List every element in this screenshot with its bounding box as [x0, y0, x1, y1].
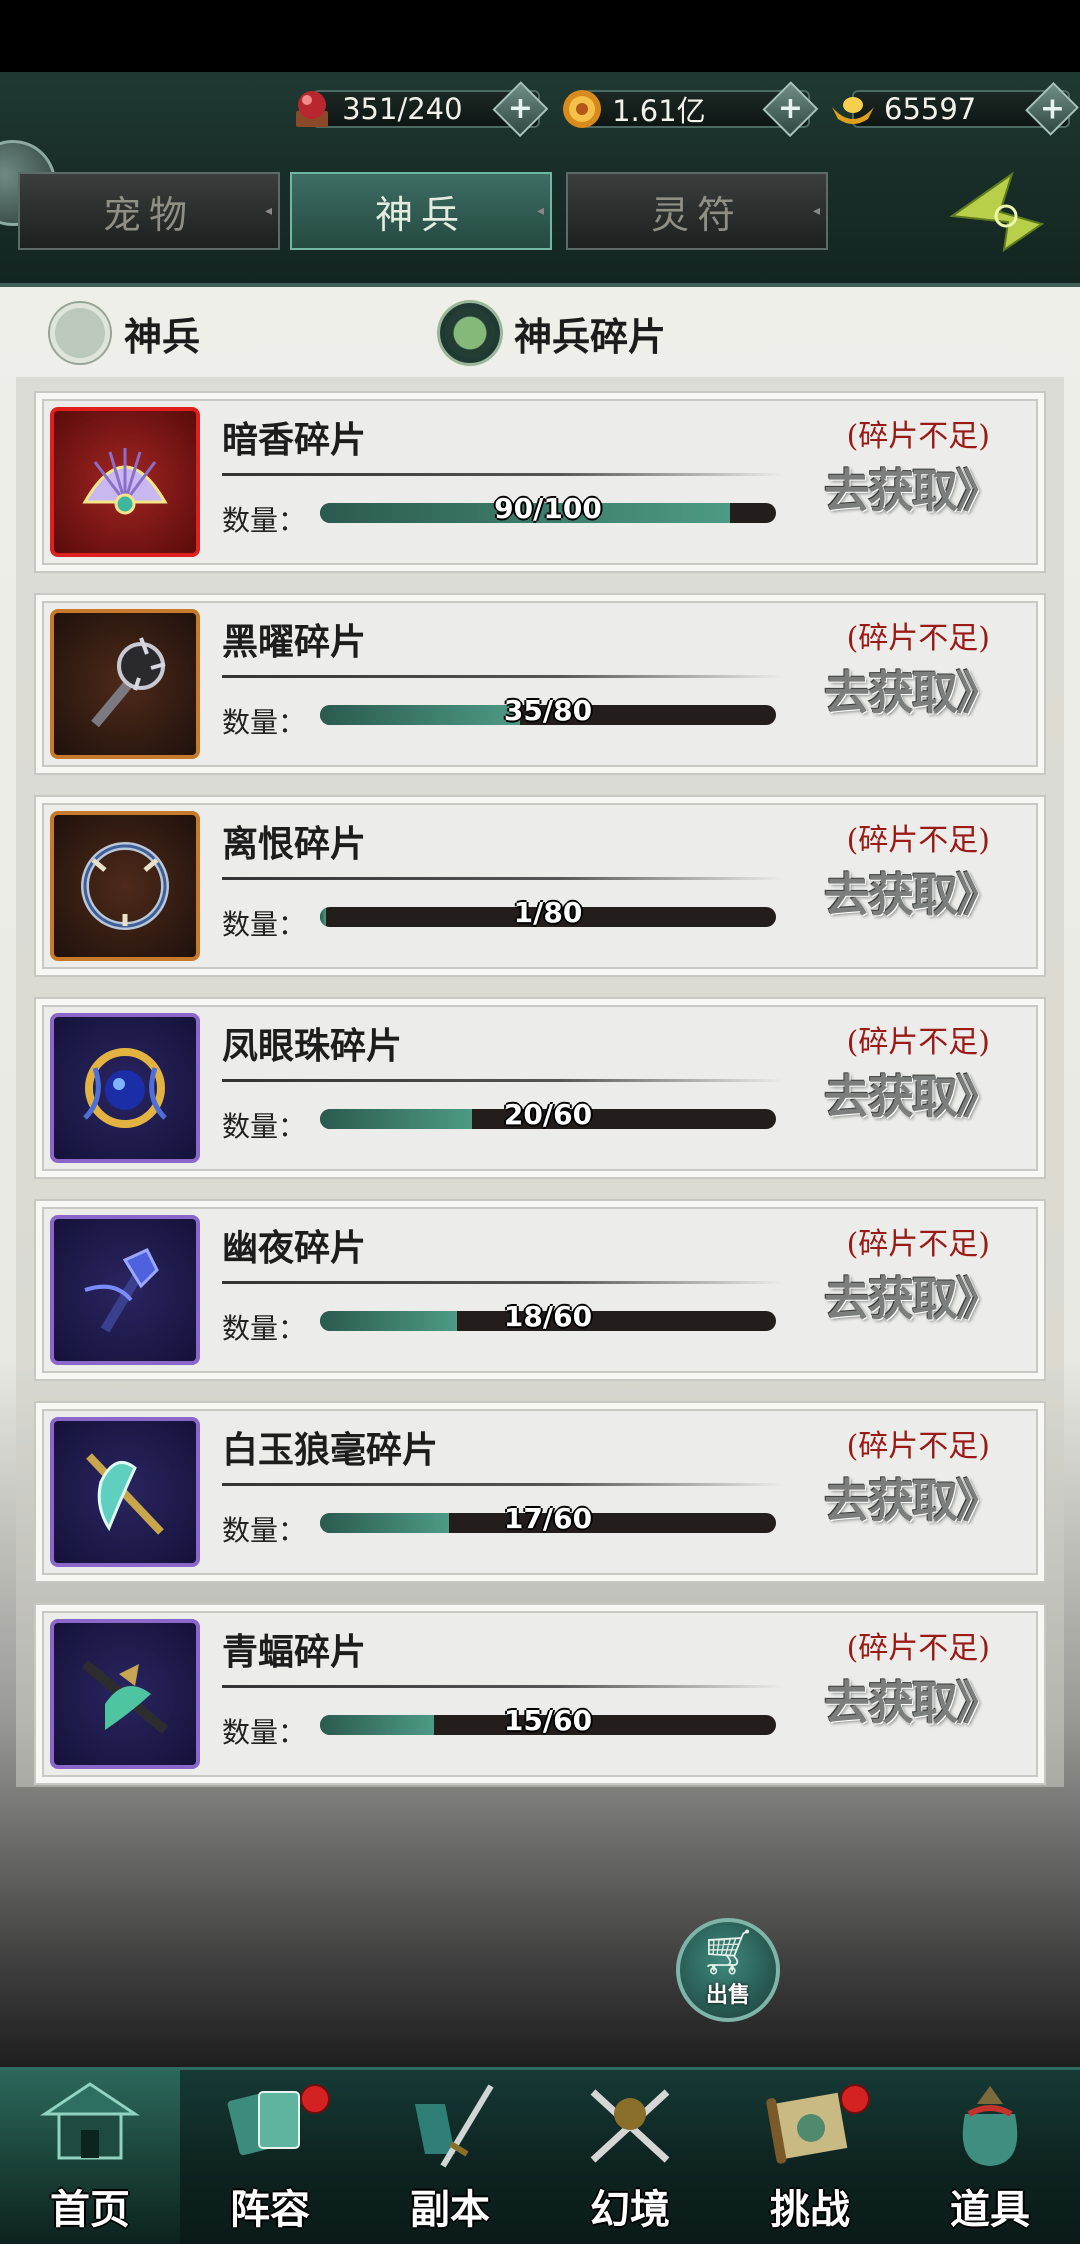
shortage-text: (碎片不足) — [846, 1429, 990, 1464]
gold-coin-icon — [560, 86, 604, 132]
status-bar — [0, 0, 1080, 72]
nav-items[interactable]: 道具 — [900, 2070, 1080, 2244]
night-staff-icon[interactable] — [50, 1215, 200, 1365]
list-item: 离恨碎片 数量： 1/80 (碎片不足) 去获取》 — [34, 795, 1046, 977]
list-item: 白玉狼毫碎片 数量： 17/60 (碎片不足) 去获取》 — [34, 1401, 1046, 1583]
cart-icon: 🛒︎ — [700, 1927, 756, 1978]
list-item: 暗香碎片 数量： 90/100 (碎片不足) 去获取》 — [34, 391, 1046, 573]
quantity-label: 数量： — [222, 1716, 307, 1749]
get-button[interactable]: 去获取》 — [824, 859, 1002, 925]
bat-blade-icon[interactable] — [50, 1619, 200, 1769]
progress-text: 20/60 — [503, 1098, 593, 1131]
notification-dot — [300, 2084, 330, 2114]
shortage-text: (碎片不足) — [846, 823, 990, 858]
content-panel: 神兵 神兵碎片 暗香碎片 数量： 90/100 (碎片不足) 去获取》 黑曜碎片… — [0, 287, 1080, 2067]
list-item: 黑曜碎片 数量： 35/80 (碎片不足) 去获取》 — [34, 593, 1046, 775]
progress-text: 18/60 — [503, 1300, 593, 1333]
pavilion-icon — [30, 2070, 150, 2177]
nav-challenge[interactable]: 挑战 — [720, 2070, 900, 2244]
nav-illusion[interactable]: 幻境 — [540, 2070, 720, 2244]
sell-label: 出售 — [705, 1983, 750, 2008]
nav-lineup[interactable]: 阵容 — [180, 2070, 360, 2244]
sell-button[interactable]: 🛒︎ 出售 — [676, 1918, 780, 2022]
nav-dungeon[interactable]: 副本 — [360, 2070, 540, 2244]
bag-icon — [930, 2070, 1050, 2177]
resource-value: 65597 — [884, 92, 977, 126]
shortage-text: (碎片不足) — [846, 621, 990, 656]
list-item: 幽夜碎片 数量： 18/60 (碎片不足) 去获取》 — [34, 1199, 1046, 1381]
emblem-icon — [949, 171, 1045, 253]
fan-weapon-icon[interactable] — [50, 407, 200, 557]
notification-dot — [840, 2084, 870, 2114]
progress-text: 15/60 — [503, 1704, 593, 1737]
filter-weapon-fragment[interactable]: 神兵碎片 — [440, 303, 666, 363]
filter-weapon[interactable]: 神兵 — [50, 303, 200, 363]
item-name: 离恨碎片 — [222, 815, 782, 880]
resource-value: 351/240 — [342, 92, 463, 126]
red-orb-icon — [290, 86, 334, 132]
progress-text: 1/80 — [513, 896, 583, 929]
progress-text: 17/60 — [503, 1502, 593, 1535]
get-button[interactable]: 去获取》 — [824, 1263, 1002, 1329]
get-button[interactable]: 去获取》 — [824, 455, 1002, 521]
tab-weapon[interactable]: 神兵 — [290, 172, 552, 250]
brush-weapon-icon[interactable] — [50, 1417, 200, 1567]
item-name: 青蝠碎片 — [222, 1623, 782, 1688]
top-header: 351/240 + 1.61亿 + 65597 + » 宠物 神兵 灵符 — [0, 72, 1080, 287]
list-item: 凤眼珠碎片 数量： 20/60 (碎片不足) 去获取》 — [34, 997, 1046, 1179]
resource-stamina: 351/240 + — [290, 81, 549, 137]
quantity-label: 数量： — [222, 1312, 307, 1345]
list-item: 青蝠碎片 数量： 15/60 (碎片不足) 去获取》 — [34, 1603, 1046, 1785]
back-emblem-button[interactable] — [942, 164, 1052, 260]
phoenix-orb-icon[interactable] — [50, 1013, 200, 1163]
bottom-nav: 首页 阵容 副本 幻境 挑战 道具 — [0, 2067, 1080, 2244]
ring-weapon-icon[interactable] — [50, 811, 200, 961]
shortage-text: (碎片不足) — [846, 419, 990, 454]
quantity-label: 数量： — [222, 1110, 307, 1143]
tab-pet[interactable]: 宠物 — [18, 172, 280, 250]
quantity-label: 数量： — [222, 504, 307, 537]
quantity-label: 数量： — [222, 1514, 307, 1547]
mace-weapon-icon[interactable] — [50, 609, 200, 759]
crossed-swords-icon — [570, 2070, 690, 2177]
item-name: 白玉狼毫碎片 — [222, 1421, 782, 1486]
tab-talisman[interactable]: 灵符 — [566, 172, 828, 250]
get-button[interactable]: 去获取》 — [824, 1061, 1002, 1127]
resource-ingot: 65597 + — [830, 82, 1079, 136]
item-name: 幽夜碎片 — [222, 1219, 782, 1284]
shortage-text: (碎片不足) — [846, 1631, 990, 1666]
progress-text: 35/80 — [503, 694, 593, 727]
item-name: 暗香碎片 — [222, 411, 782, 476]
get-button[interactable]: 去获取》 — [824, 1667, 1002, 1733]
radio-icon — [50, 303, 110, 363]
filter-row: 神兵 神兵碎片 — [50, 303, 1050, 373]
progress-text: 90/100 — [494, 492, 602, 525]
fragment-list[interactable]: 暗香碎片 数量： 90/100 (碎片不足) 去获取》 黑曜碎片 数量： 35/… — [16, 377, 1064, 1787]
get-button[interactable]: 去获取》 — [824, 657, 1002, 723]
quantity-label: 数量： — [222, 908, 307, 941]
sword-icon — [390, 2070, 510, 2177]
resource-coin: 1.61亿 + — [560, 81, 819, 137]
resource-value: 1.61亿 — [612, 94, 706, 128]
quantity-label: 数量： — [222, 706, 307, 739]
get-button[interactable]: 去获取》 — [824, 1465, 1002, 1531]
item-name: 凤眼珠碎片 — [222, 1017, 782, 1082]
shortage-text: (碎片不足) — [846, 1227, 990, 1262]
item-name: 黑曜碎片 — [222, 613, 782, 678]
gold-ingot-icon — [830, 86, 876, 132]
shortage-text: (碎片不足) — [846, 1025, 990, 1060]
nav-home[interactable]: 首页 — [0, 2070, 180, 2244]
radio-selected-icon — [440, 303, 500, 363]
